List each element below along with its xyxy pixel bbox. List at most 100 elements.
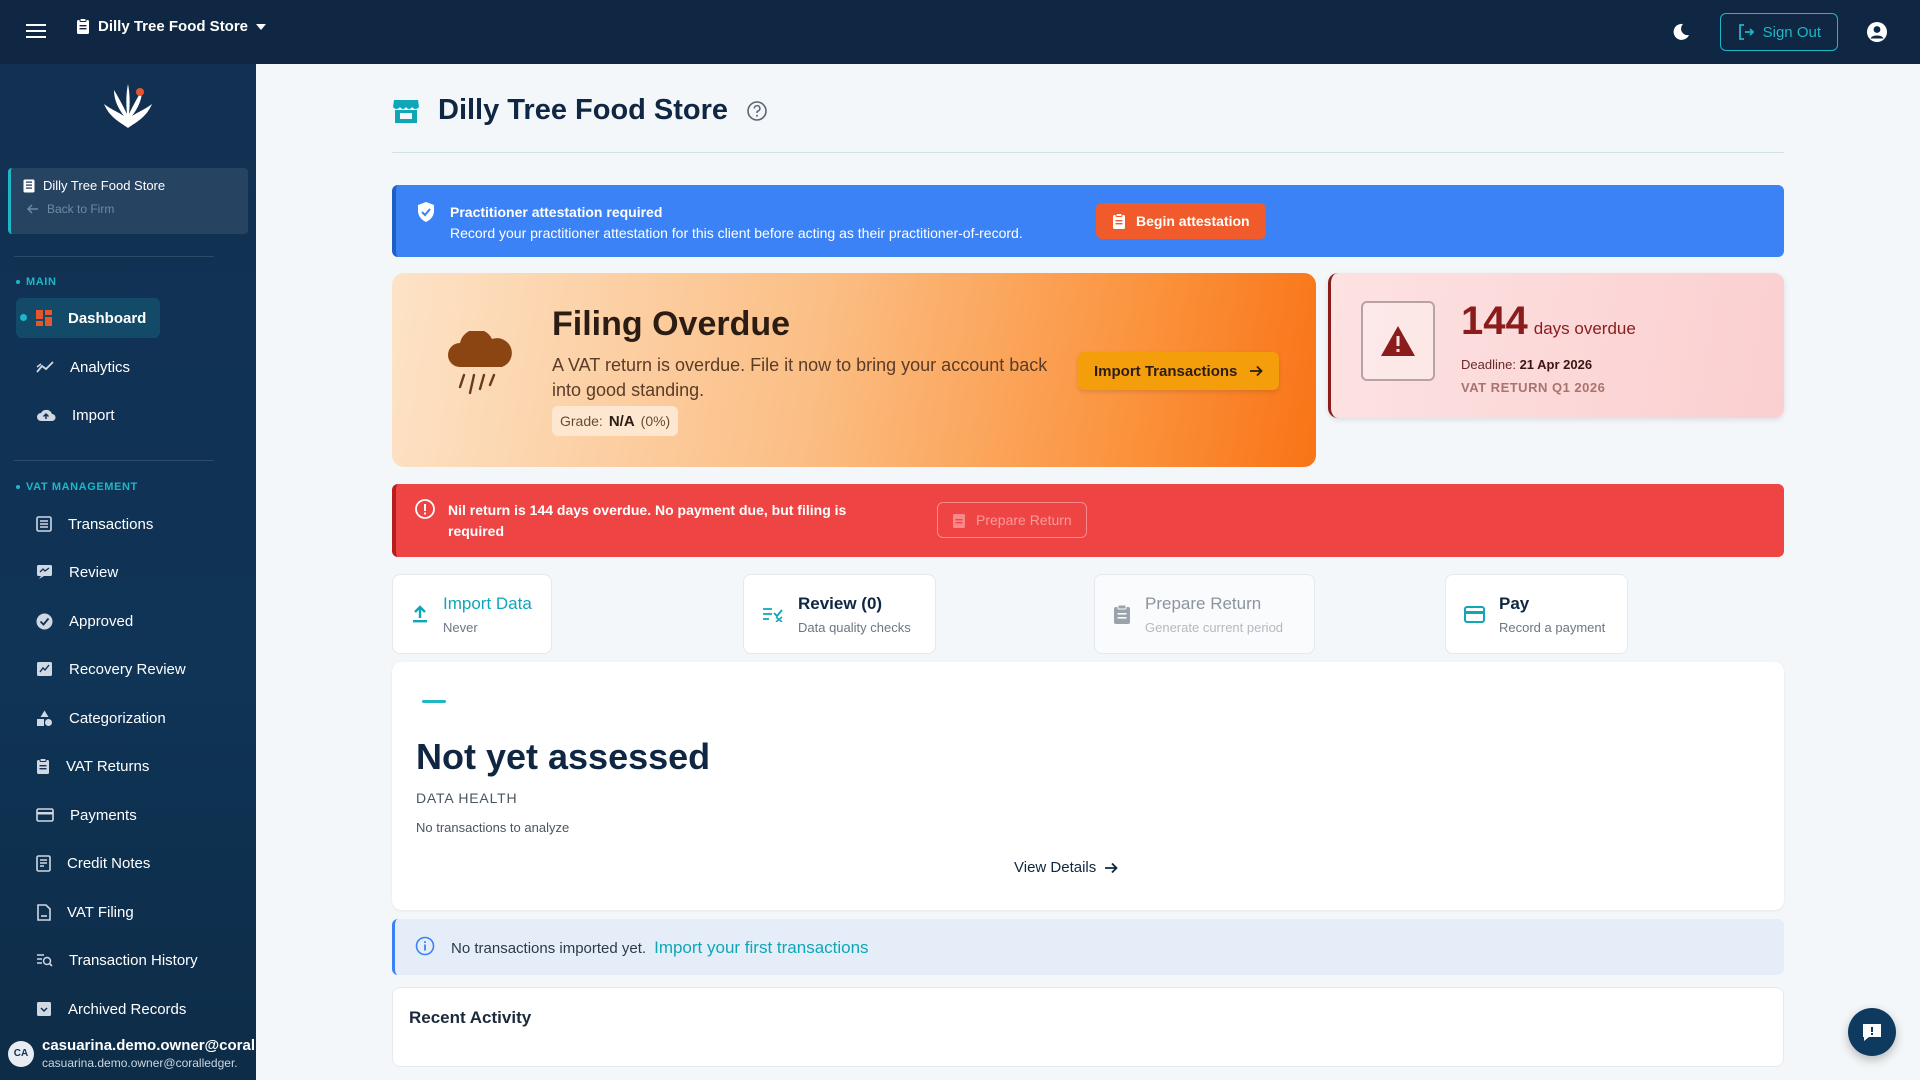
days-overdue-card: 144 days overdue Deadline: 21 Apr 2026 V… xyxy=(1328,273,1784,418)
clipboard-icon xyxy=(1113,212,1125,229)
top-bar: Dilly Tree Food Store Sign Out xyxy=(0,0,1920,64)
chat-button[interactable] xyxy=(1848,1008,1896,1056)
user-name: casuarina.demo.owner@coral xyxy=(42,1037,256,1054)
data-health-card: Not yet assessed DATA HEALTH No transact… xyxy=(392,662,1784,910)
dashboard-icon xyxy=(36,310,52,326)
avatar: CA xyxy=(8,1040,34,1067)
nav-approved[interactable]: Approved xyxy=(16,601,147,641)
days-overdue-label: days overdue xyxy=(1533,319,1636,338)
receipt-icon xyxy=(36,854,51,872)
card-icon xyxy=(36,808,54,822)
prepare-return-button-disabled: Prepare Return xyxy=(937,502,1087,538)
health-subtitle: No transactions to analyze xyxy=(416,820,570,835)
recovery-icon xyxy=(37,662,52,676)
nav-analytics[interactable]: Analytics xyxy=(16,347,144,387)
logout-icon xyxy=(1738,24,1754,40)
check-circle-icon xyxy=(36,613,53,629)
sign-out-button[interactable]: Sign Out xyxy=(1719,13,1838,51)
nav-credit-notes[interactable]: Credit Notes xyxy=(16,843,164,883)
review-icon xyxy=(37,565,52,579)
warning-box xyxy=(1361,301,1435,381)
step-prepare-return: Prepare Return Generate current period xyxy=(1094,574,1315,654)
attestation-title: Practitioner attestation required xyxy=(450,204,663,220)
logo xyxy=(104,84,152,128)
section-label-main: MAIN xyxy=(16,276,57,288)
archive-icon xyxy=(37,1002,51,1016)
no-transactions-message: No transactions imported yet. xyxy=(451,939,647,957)
nav-transactions[interactable]: Transactions xyxy=(16,504,167,544)
step-pay[interactable]: Pay Record a payment xyxy=(1445,574,1628,654)
clipboard-icon xyxy=(1114,604,1130,624)
back-to-firm-link[interactable]: Back to Firm xyxy=(27,202,236,216)
step-review[interactable]: Review (0) Data quality checks xyxy=(743,574,936,654)
help-icon[interactable] xyxy=(746,100,768,122)
card-icon xyxy=(1464,605,1485,623)
attestation-banner: Practitioner attestation required Record… xyxy=(392,185,1784,257)
shield-check-icon xyxy=(418,202,434,222)
cloud-upload-icon xyxy=(37,409,56,421)
nav-vat-filing[interactable]: VAT Filing xyxy=(16,892,148,932)
nav-vat-returns[interactable]: VAT Returns xyxy=(16,746,163,786)
sign-out-label: Sign Out xyxy=(1762,23,1821,41)
clipboard-icon xyxy=(953,513,965,528)
grade-badge: Grade: N/A (0%) xyxy=(552,406,679,436)
main-content: Dilly Tree Food Store Practitioner attes… xyxy=(256,64,1920,1080)
attestation-message: Record your practitioner attestation for… xyxy=(450,225,1023,241)
chat-icon xyxy=(1863,1024,1881,1041)
list-icon xyxy=(36,516,52,532)
nav-payments[interactable]: Payments xyxy=(16,795,151,835)
client-name: Dilly Tree Food Store xyxy=(43,178,166,193)
clipboard-icon xyxy=(37,757,49,774)
account-button[interactable] xyxy=(1858,13,1896,51)
info-icon xyxy=(415,936,435,956)
sidebar: Dilly Tree Food Store Back to Firm MAIN … xyxy=(0,64,256,1080)
dark-mode-toggle[interactable] xyxy=(1662,13,1700,51)
divider xyxy=(14,256,214,257)
history-icon xyxy=(37,953,53,967)
step-import-data[interactable]: Import Data Never xyxy=(392,574,552,654)
divider xyxy=(392,152,1784,153)
arrow-right-icon xyxy=(1250,365,1264,377)
user-email: casuarina.demo.owner@coralledger. xyxy=(42,1056,238,1070)
store-icon xyxy=(393,99,419,123)
nav-archived-records[interactable]: Archived Records xyxy=(16,989,200,1029)
view-details-link[interactable]: View Details xyxy=(1014,859,1119,876)
health-label: DATA HEALTH xyxy=(416,790,518,806)
upload-icon xyxy=(413,605,427,623)
recent-activity-card: Recent Activity xyxy=(392,987,1784,1067)
filing-overdue-card: Filing Overdue A VAT return is overdue. … xyxy=(392,273,1316,467)
client-card[interactable]: Dilly Tree Food Store Back to Firm xyxy=(8,168,248,234)
page-header: Dilly Tree Food Store xyxy=(392,94,768,127)
arrow-right-icon xyxy=(1105,862,1119,873)
alert-circle-icon xyxy=(415,499,435,519)
nav-import[interactable]: Import xyxy=(16,395,129,435)
filing-icon xyxy=(37,903,51,921)
user-profile[interactable]: CA casuarina.demo.owner@coral casuarina.… xyxy=(0,1027,256,1080)
menu-icon[interactable] xyxy=(24,20,48,44)
import-transactions-button[interactable]: Import Transactions xyxy=(1078,352,1280,390)
nav-categorization[interactable]: Categorization xyxy=(16,698,180,738)
nav-transaction-history[interactable]: Transaction History xyxy=(16,940,212,980)
nav-dashboard[interactable]: Dashboard xyxy=(16,298,161,338)
begin-attestation-button[interactable]: Begin attestation xyxy=(1096,203,1266,239)
health-indicator xyxy=(422,700,446,703)
section-label-vat: VAT MANAGEMENT xyxy=(16,481,138,493)
store-selector[interactable]: Dilly Tree Food Store xyxy=(76,18,267,35)
moon-icon xyxy=(1673,23,1689,40)
health-status: Not yet assessed xyxy=(416,736,711,777)
recent-activity-title: Recent Activity xyxy=(409,1008,532,1027)
arrow-left-icon xyxy=(27,204,38,214)
category-icon xyxy=(37,710,52,726)
account-circle-icon xyxy=(1867,22,1887,42)
nav-review[interactable]: Review xyxy=(16,552,132,592)
warning-icon xyxy=(1381,326,1415,356)
page-title: Dilly Tree Food Store xyxy=(438,94,729,126)
store-name: Dilly Tree Food Store xyxy=(98,18,249,35)
rain-cloud-icon xyxy=(448,331,512,395)
nav-recovery-review[interactable]: Recovery Review xyxy=(16,649,200,689)
days-overdue-count: 144 xyxy=(1461,299,1528,343)
nil-return-message: Nil return is 144 days overdue. No payme… xyxy=(448,502,847,539)
filing-overdue-description: A VAT return is overdue. File it now to … xyxy=(552,355,1048,400)
filing-overdue-title: Filing Overdue xyxy=(552,305,791,343)
import-first-transactions-link[interactable]: Import your first transactions xyxy=(654,938,868,958)
